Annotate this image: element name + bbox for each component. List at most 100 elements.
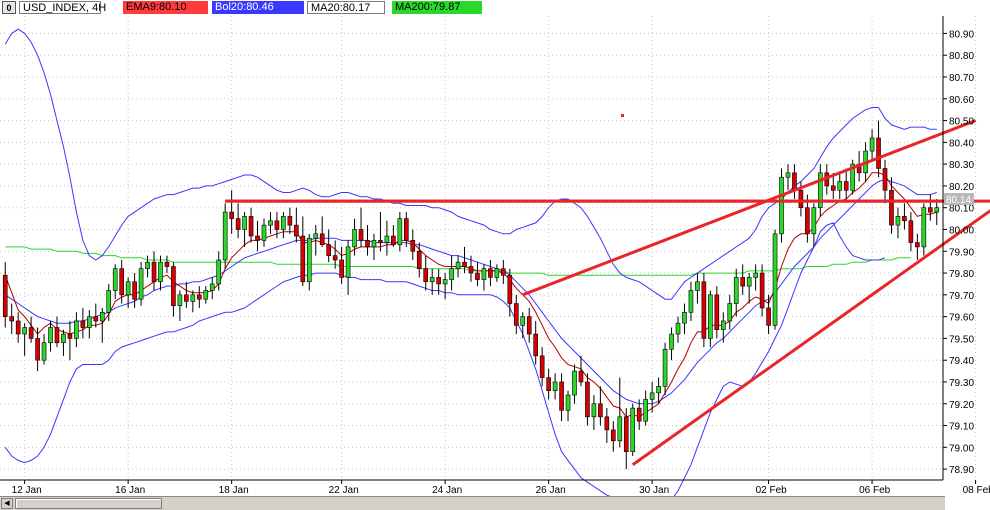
price-tick-label: 80.00 [949,225,974,236]
candle-body [908,220,914,243]
price-tick-label: 79.70 [949,291,974,302]
price-tick-label: 80.70 [949,73,974,84]
candle-body [80,320,86,328]
time-tick-label: 16 Jan [115,485,145,496]
candle-body [611,429,616,442]
price-tick-label: 80.60 [949,95,974,106]
candle-body [365,240,370,248]
candle-body [423,268,429,283]
candle-body [927,207,933,213]
last-price-label: 80.14 [946,195,971,206]
window-menu-button[interactable]: 0 [2,1,16,14]
candle-body [287,216,293,226]
candle-body [915,242,920,248]
candle-body [190,294,196,302]
time-tick-label: 12 Jan [12,485,42,496]
candle-body [151,261,157,283]
candle-body [455,261,461,269]
candle-body [792,172,797,191]
candle-body [28,327,34,339]
candle-body [345,246,351,278]
candle-body [436,277,441,285]
candle-body [882,168,888,191]
candle-body [462,261,467,267]
candle-body [229,211,234,219]
time-tick-label: 24 Jan [432,485,462,496]
candle-body [93,316,99,322]
price-tick-label: 80.90 [949,29,974,40]
price-tick-label: 79.60 [949,313,974,324]
candle-body [416,250,422,269]
candle-body [507,274,513,304]
candle-body [209,283,215,291]
plot-area [0,16,943,480]
candle-body [708,294,713,339]
candle-body [106,290,112,313]
candle-body [281,216,286,230]
candle-body [177,294,183,307]
chart-window: 78.90 79.00 79.10 79.20 79.30 79.40 79.50 79.60… [0,0,990,510]
candle-body [494,268,500,278]
candle-body [48,327,53,344]
price-tick-label: 79.40 [949,356,974,367]
candle-body [837,181,843,191]
candle-body [358,229,364,241]
candle-body [578,370,584,383]
indicator-bar: 0 USD_INDEX, 4H EMA9:80.10 Bol20:80.46 M… [0,0,990,16]
horizontal-scrollbar[interactable]: ◀ [0,496,945,510]
candle-body [222,211,228,261]
candle-body [158,261,163,283]
candle-body [67,333,73,339]
candle-body [119,268,124,296]
time-axis: 12 Jan 16 Jan 18 Jan 22 Jan 24 Jan 26 Jan 30 J… [12,480,990,496]
candle-body [475,272,480,280]
candle-body [378,240,383,243]
candle-body [895,216,901,226]
candle-body [22,327,27,335]
symbol-label: USD_INDEX, 4H [19,1,106,14]
candle-body [630,407,636,452]
candle-body [41,342,47,361]
candle [701,273,707,348]
candle-body [74,320,79,339]
candle [772,229,778,330]
candle-body [669,333,674,350]
candle-body [410,240,416,252]
time-tick-label: 30 Jan [639,485,669,496]
time-tick-label: 18 Jan [219,485,249,496]
candle-body [306,237,312,283]
candle-body [830,185,836,191]
candle-body [216,259,222,285]
candle-body [695,281,700,291]
candle [630,403,636,457]
ema-label: EMA9:80.10 [123,1,208,14]
scrollbar-thumb[interactable] [15,498,162,509]
scroll-left-arrow-icon[interactable]: ◀ [1,498,13,509]
candle [779,168,784,243]
candle-body [649,392,655,400]
candle-body [533,333,538,357]
candle-body [682,311,687,324]
candle-body [352,229,357,248]
candle-body [300,235,306,283]
candle-body [339,259,344,278]
candle-body [746,277,752,287]
candle-body [934,207,940,213]
candle-body [274,220,280,230]
candle-body [397,218,403,246]
candle [138,262,144,306]
candle-body [572,370,577,396]
candle-body [61,333,66,344]
candle-body [384,235,390,243]
price-tick-label: 79.30 [949,378,974,389]
candle-body [559,381,564,411]
candle-body [902,216,907,222]
time-tick-label: 08 Feb [963,485,990,496]
candle-body [99,311,105,322]
candle-body [785,172,791,178]
candle [708,290,713,348]
candle-body [488,268,493,278]
price-chart[interactable]: 78.90 79.00 79.10 79.20 79.30 79.40 79.50 79.60… [0,0,990,510]
candle-body [138,268,144,300]
candle-body [688,290,694,313]
